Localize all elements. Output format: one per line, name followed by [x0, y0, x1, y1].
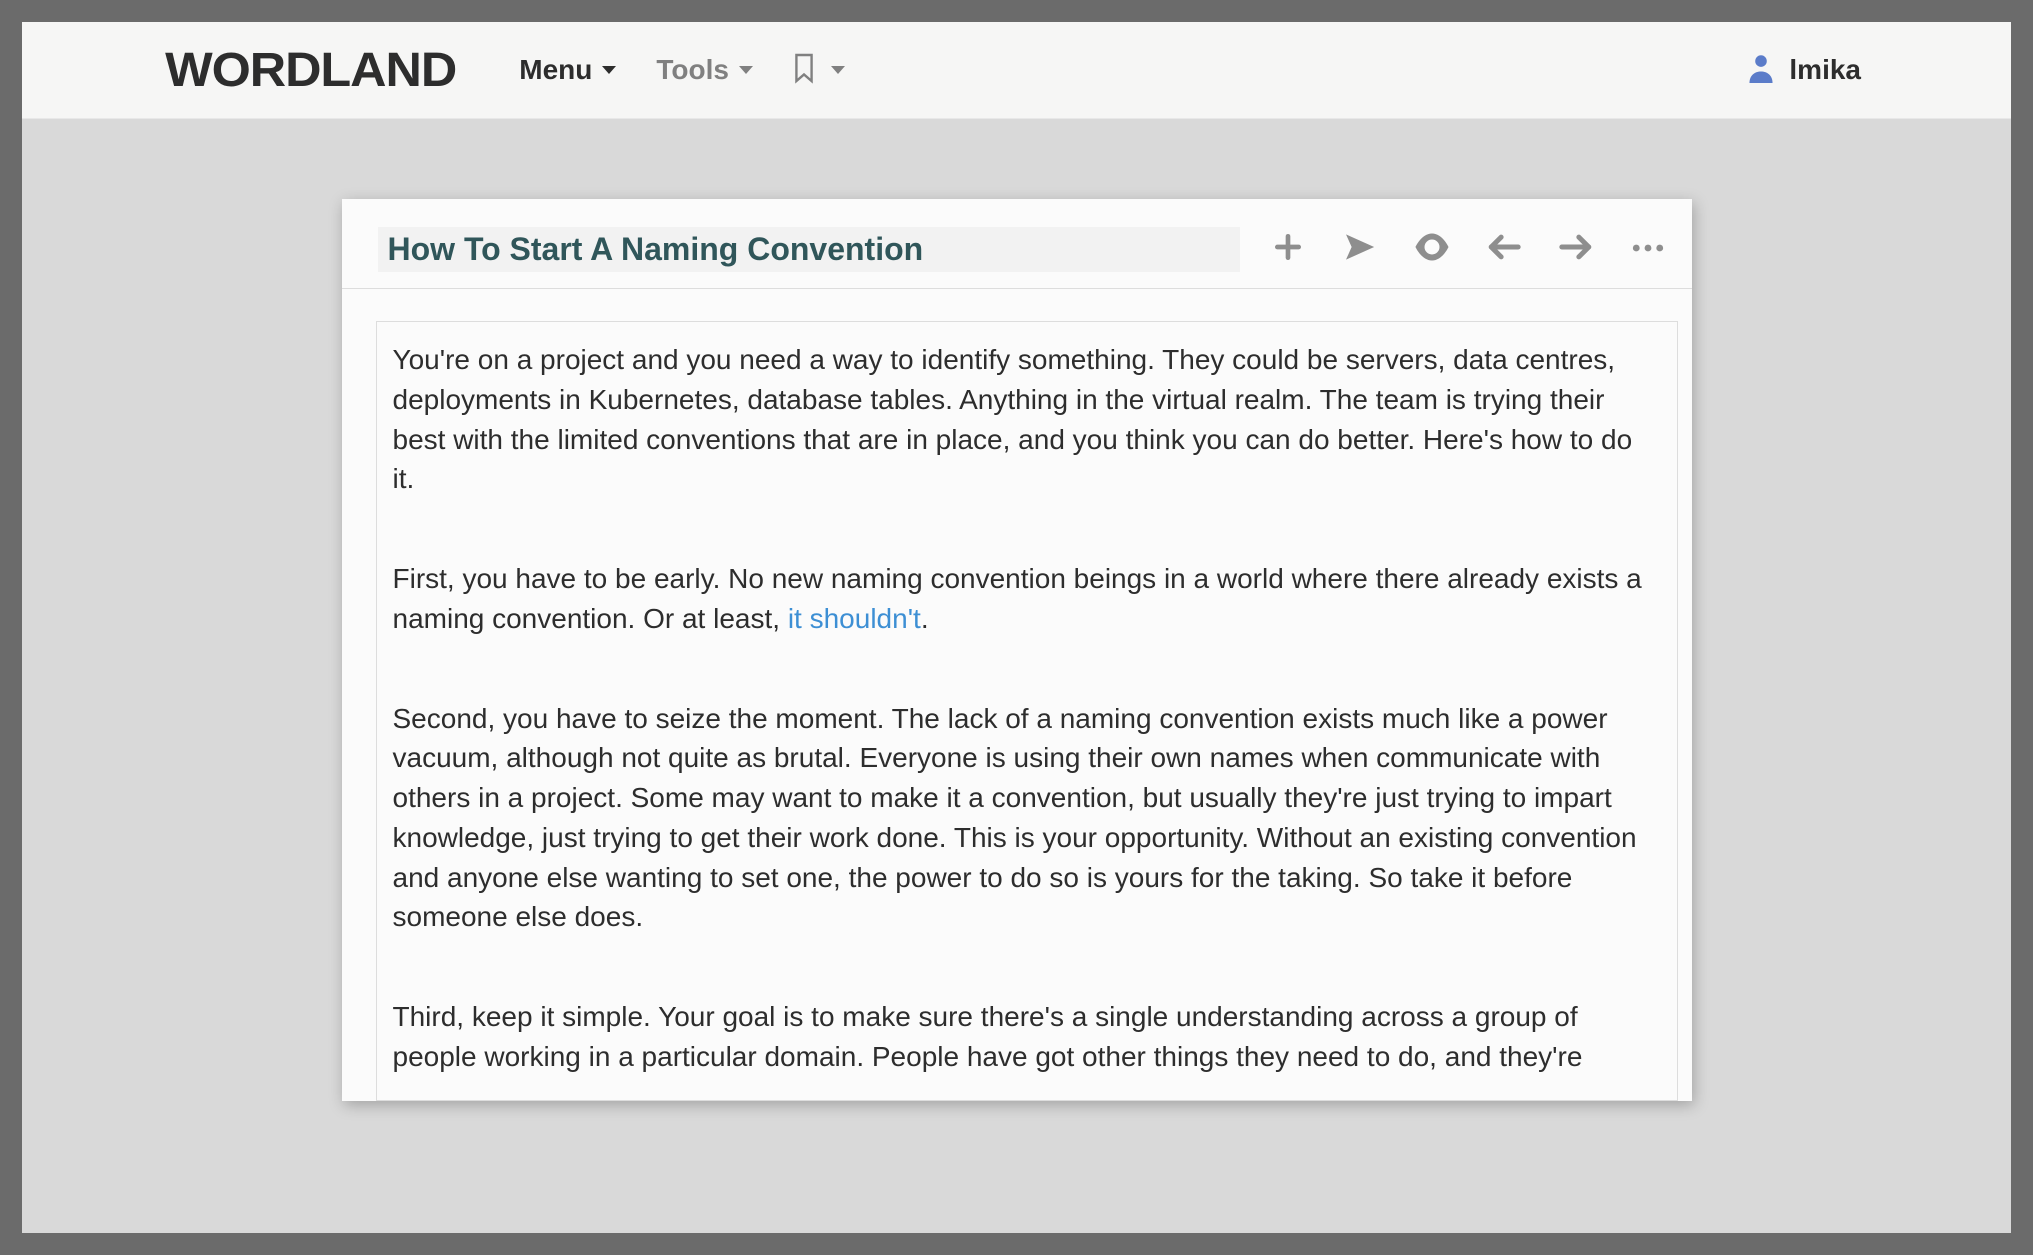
ellipsis-icon	[1632, 241, 1664, 259]
nav-menu-dropdown[interactable]: Menu	[499, 44, 636, 96]
eye-icon	[1414, 232, 1450, 267]
preview-button[interactable]	[1414, 232, 1450, 268]
nav-menu: Menu Tools	[499, 42, 863, 99]
next-button[interactable]	[1558, 232, 1594, 268]
navbar: WORDLAND Menu Tools	[22, 22, 2011, 119]
paragraph[interactable]: Second, you have to seize the moment. Th…	[393, 699, 1659, 938]
bookmark-icon	[791, 52, 817, 89]
nav-bookmark-dropdown[interactable]	[773, 42, 863, 99]
more-button[interactable]	[1630, 232, 1666, 268]
editor-toolbar	[1240, 232, 1676, 268]
arrow-right-icon	[1559, 232, 1593, 267]
brand-logo[interactable]: WORDLAND	[165, 43, 456, 98]
paragraph[interactable]: First, you have to be early. No new nami…	[393, 559, 1659, 639]
editor-header	[342, 199, 1692, 289]
user-menu[interactable]: lmika	[1747, 53, 1861, 88]
new-button[interactable]	[1270, 232, 1306, 268]
document-title-input[interactable]	[378, 227, 1240, 272]
chevron-down-icon	[831, 66, 845, 74]
paper-plane-icon	[1344, 231, 1376, 268]
send-button[interactable]	[1342, 232, 1378, 268]
editor-card: You're on a project and you need a way t…	[342, 199, 1692, 1101]
user-icon	[1747, 53, 1775, 88]
prev-button[interactable]	[1486, 232, 1522, 268]
nav-tools-label: Tools	[656, 54, 729, 86]
chevron-down-icon	[739, 66, 753, 74]
editor-body[interactable]: You're on a project and you need a way t…	[376, 321, 1678, 1101]
paragraph[interactable]: You're on a project and you need a way t…	[393, 340, 1659, 499]
app-window: WORDLAND Menu Tools	[22, 22, 2011, 1233]
chevron-down-icon	[602, 66, 616, 74]
content-area: You're on a project and you need a way t…	[22, 119, 2011, 1101]
nav-menu-label: Menu	[519, 54, 592, 86]
paragraph[interactable]: Third, keep it simple. Your goal is to m…	[393, 997, 1659, 1077]
user-name-label: lmika	[1789, 54, 1861, 86]
arrow-left-icon	[1487, 232, 1521, 267]
nav-tools-dropdown[interactable]: Tools	[636, 44, 773, 96]
content-link[interactable]: it shouldn't	[788, 603, 921, 634]
plus-icon	[1272, 231, 1304, 268]
